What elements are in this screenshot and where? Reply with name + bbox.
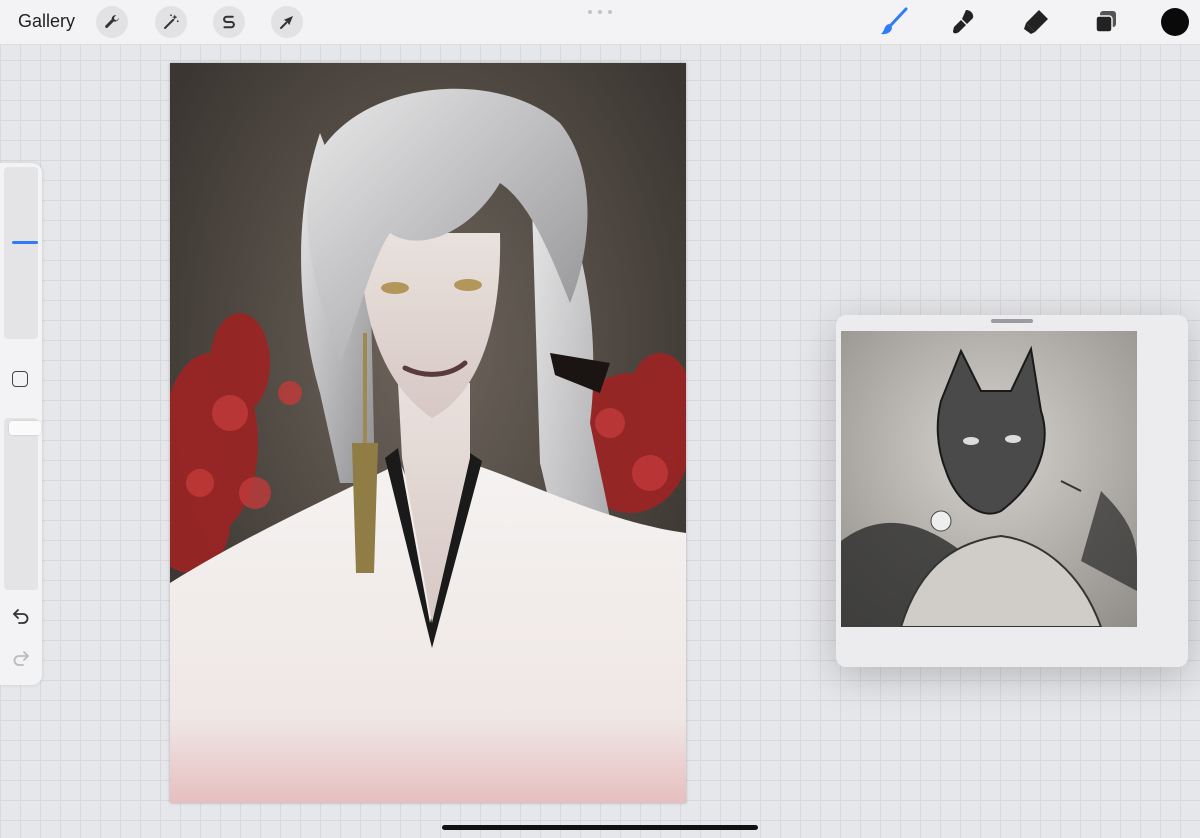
brush-tool-button[interactable] [878,6,910,38]
brush-size-slider[interactable] [4,167,38,339]
drawing-canvas[interactable] [170,63,686,803]
transform-button[interactable] [271,6,303,38]
left-sidebar [0,163,42,685]
modify-button[interactable] [12,371,28,387]
magic-wand-icon [164,14,179,29]
layers-icon [1095,11,1116,33]
brush-opacity-slider[interactable] [4,418,41,590]
top-toolbar: Gallery [0,0,1200,45]
undo-icon [13,609,29,624]
painting-artwork [170,63,686,803]
redo-button[interactable] [10,647,32,669]
fox-mask-sketch [841,331,1137,627]
reference-image [841,331,1137,627]
reference-drag-handle[interactable] [991,319,1033,323]
smudge-icon [953,10,974,34]
layers-button[interactable] [1090,6,1122,38]
selection-s-icon [223,15,235,29]
redo-icon [13,651,29,666]
toolbar-drag-handle[interactable] [588,10,612,16]
transform-arrow-icon [280,16,293,29]
undo-button[interactable] [10,605,32,627]
wrench-icon [105,15,119,28]
eraser-icon [1024,10,1048,34]
brush-opacity-handle[interactable] [9,421,41,435]
selection-button[interactable] [213,6,245,38]
brush-size-handle[interactable] [12,241,38,244]
actions-button[interactable] [96,6,128,38]
home-indicator[interactable] [442,825,758,830]
smudge-tool-button[interactable] [948,6,980,38]
brush-icon [881,7,908,35]
gallery-button[interactable]: Gallery [18,11,75,32]
reference-window[interactable] [836,315,1188,667]
eraser-tool-button[interactable] [1019,6,1051,38]
color-picker-button[interactable] [1161,8,1189,36]
adjustments-button[interactable] [155,6,187,38]
